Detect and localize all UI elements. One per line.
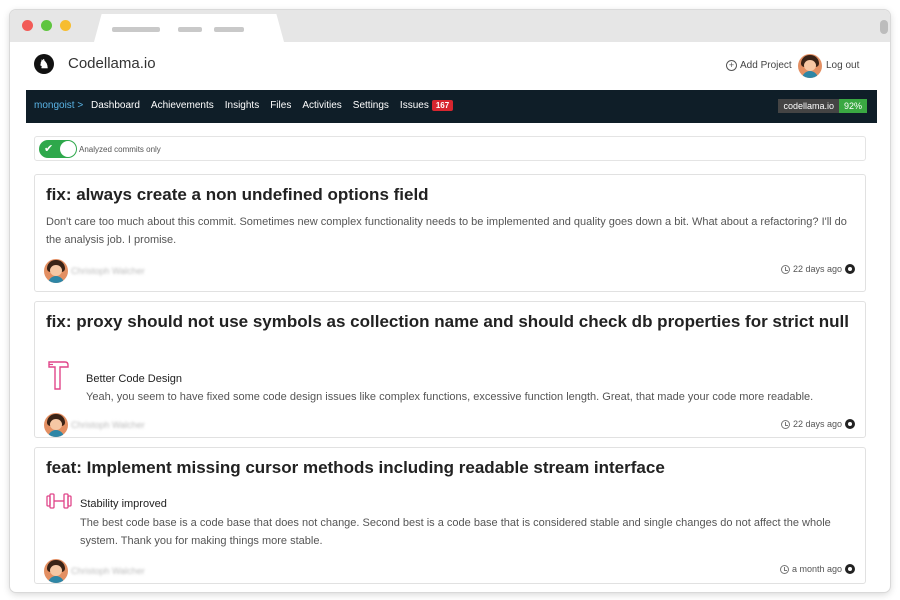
nav-issues-label: Issues — [399, 100, 429, 111]
nav-settings[interactable]: Settings — [353, 100, 389, 111]
analyzed-only-toggle[interactable]: ✔ — [39, 140, 77, 158]
commit-card[interactable]: feat: Implement missing cursor methods i… — [34, 447, 866, 584]
commit-time: 22 days ago — [792, 264, 842, 274]
window-scroll-handle[interactable] — [880, 20, 888, 34]
nav-files[interactable]: Files — [270, 100, 291, 111]
dumbbell-icon — [46, 493, 72, 509]
clock-icon — [780, 419, 790, 429]
app-header: ♞ Codellama.io + Add Project Log out — [10, 42, 890, 90]
tab-placeholder-line — [178, 27, 202, 32]
github-icon[interactable] — [845, 564, 855, 574]
nav-insights[interactable]: Insights — [225, 100, 259, 111]
breadcrumb-project[interactable]: mongoist > — [34, 100, 83, 111]
commit-meta: a month ago — [779, 564, 855, 574]
browser-window: ♞ Codellama.io + Add Project Log out mon… — [10, 10, 890, 592]
plus-circle-icon: + — [726, 60, 737, 71]
github-icon[interactable] — [845, 419, 855, 429]
brand-name[interactable]: Codellama.io — [68, 55, 156, 72]
insight-description: The best code base is a code base that d… — [80, 517, 831, 547]
nav-menu: Dashboard Achievements Insights Files Ac… — [91, 100, 454, 111]
commit-filter-bar: ✔ Analyzed commits only — [34, 136, 866, 161]
insight-title: Better Code Design — [86, 373, 182, 385]
insight-title: Stability improved — [80, 498, 167, 510]
project-navbar: mongoist > Dashboard Achievements Insigh… — [26, 90, 877, 123]
author-name: Christoph Walcher — [71, 266, 145, 276]
commit-meta: 22 days ago — [780, 419, 855, 429]
nav-achievements[interactable]: Achievements — [151, 100, 214, 111]
commit-card[interactable]: fix: proxy should not use symbols as col… — [34, 301, 866, 438]
logout-link[interactable]: Log out — [826, 60, 859, 71]
toggle-knob — [60, 141, 76, 157]
browser-titlebar — [10, 10, 890, 42]
author-name: Christoph Walcher — [71, 566, 145, 576]
commit-title[interactable]: feat: Implement missing cursor methods i… — [46, 458, 856, 478]
commit-meta: 22 days ago — [780, 264, 855, 274]
commit-author[interactable]: Christoph Walcher — [44, 259, 145, 283]
commit-title[interactable]: fix: always create a non undefined optio… — [46, 185, 856, 205]
author-avatar — [44, 259, 68, 283]
commit-title[interactable]: fix: proxy should not use symbols as col… — [46, 312, 856, 332]
tab-placeholder-line — [112, 27, 160, 32]
commit-time: 22 days ago — [792, 419, 842, 429]
author-avatar — [44, 413, 68, 437]
clock-icon — [779, 564, 789, 574]
score-label: codellama.io — [778, 99, 839, 113]
tab-placeholder-line — [214, 27, 244, 32]
commit-time: a month ago — [791, 564, 842, 574]
user-avatar[interactable] — [798, 54, 822, 78]
commit-card[interactable]: fix: always create a non undefined optio… — [34, 174, 866, 292]
close-window-button[interactable] — [22, 20, 33, 31]
nav-dashboard[interactable]: Dashboard — [91, 100, 140, 111]
clock-icon — [780, 264, 790, 274]
github-icon[interactable] — [845, 264, 855, 274]
author-name: Christoph Walcher — [71, 420, 145, 430]
add-project-label: Add Project — [740, 60, 792, 71]
commit-description: Don't care too much about this commit. S… — [46, 216, 847, 246]
filter-label: Analyzed commits only — [79, 145, 161, 154]
checkmark-icon: ✔ — [44, 143, 54, 155]
author-avatar — [44, 559, 68, 583]
add-project-button[interactable]: + Add Project — [726, 60, 792, 71]
llama-logo-icon[interactable]: ♞ — [34, 54, 54, 74]
hammer-icon — [48, 361, 69, 390]
score-value: 92% — [838, 99, 867, 113]
nav-issues[interactable]: Issues 167 — [399, 100, 454, 111]
commit-author[interactable]: Christoph Walcher — [44, 559, 145, 583]
commit-author[interactable]: Christoph Walcher — [44, 413, 145, 437]
minimize-window-button[interactable] — [60, 20, 71, 31]
nav-activities[interactable]: Activities — [302, 100, 341, 111]
project-score-badge: codellama.io 92% — [778, 99, 867, 113]
issues-count-badge: 167 — [431, 100, 454, 111]
insight-description: Yeah, you seem to have fixed some code d… — [86, 391, 814, 403]
maximize-window-button[interactable] — [41, 20, 52, 31]
browser-tab[interactable] — [94, 14, 284, 42]
